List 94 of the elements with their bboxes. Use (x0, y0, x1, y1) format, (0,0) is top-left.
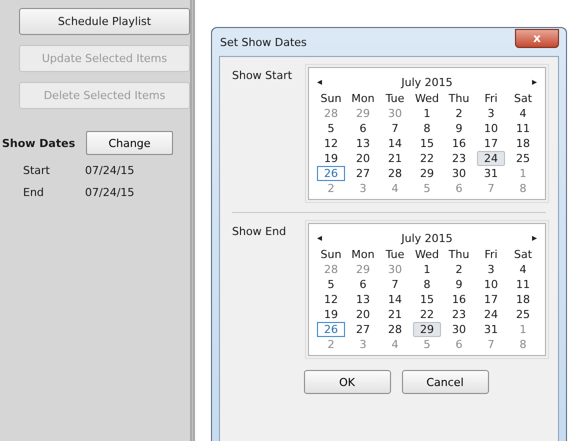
calendar-day[interactable]: 3 (477, 262, 505, 277)
weekday-label: Thu (448, 248, 470, 262)
weekday-label: Fri (483, 92, 499, 106)
weekday-label: Mon (350, 248, 376, 262)
next-month-button[interactable]: ▸ (530, 76, 539, 88)
month-title: July 2015 (401, 232, 453, 244)
calendar-day[interactable]: 30 (445, 166, 473, 181)
month-title: July 2015 (401, 76, 453, 88)
next-month-button[interactable]: ▸ (530, 232, 539, 244)
calendar-day[interactable]: 14 (381, 136, 409, 151)
weekday-label: Sun (320, 92, 342, 106)
calendar-day[interactable]: 7 (381, 277, 409, 292)
calendar-day[interactable]: 16 (445, 292, 473, 307)
calendar-day[interactable]: 24 (477, 151, 505, 166)
calendar-day[interactable]: 20 (349, 151, 377, 166)
calendar-day[interactable]: 5 (317, 277, 345, 292)
calendar-day[interactable]: 6 (349, 121, 377, 136)
calendar-day[interactable]: 25 (509, 151, 537, 166)
calendar-day[interactable]: 17 (477, 136, 505, 151)
calendar-day[interactable]: 16 (445, 136, 473, 151)
calendar-day[interactable]: 18 (509, 136, 537, 151)
calendar-day[interactable]: 11 (509, 121, 537, 136)
calendar-day[interactable]: 4 (509, 262, 537, 277)
calendar-day[interactable]: 15 (413, 136, 441, 151)
calendar-day[interactable]: 25 (509, 307, 537, 322)
calendar-day[interactable]: 22 (413, 151, 441, 166)
dialog-button[interactable]: OK (304, 370, 390, 394)
calendar-day[interactable]: 29 (413, 322, 441, 337)
calendar-day[interactable]: 20 (349, 307, 377, 322)
calendar-day[interactable]: 24 (477, 307, 505, 322)
calendar-day[interactable]: 12 (317, 292, 345, 307)
change-button[interactable]: Change (86, 131, 173, 155)
weekday-label: Thu (448, 92, 470, 106)
calendar-day[interactable]: 11 (509, 277, 537, 292)
calendar-day[interactable]: 22 (413, 307, 441, 322)
weekday-label: Wed (414, 248, 440, 262)
date-label: Start (22, 164, 51, 177)
show-dates-label: Show Dates (2, 136, 76, 150)
calendar-day[interactable]: 14 (381, 292, 409, 307)
weekday-label: Tue (384, 248, 406, 262)
weekday-label: Sat (512, 92, 534, 106)
calendar-day[interactable]: 29 (413, 166, 441, 181)
weekday-label: Tue (384, 92, 406, 106)
calendar-day[interactable]: 10 (477, 121, 505, 136)
section-label: Show Start (232, 68, 294, 84)
dialog-button[interactable]: Cancel (402, 370, 488, 394)
calendar-day[interactable]: 19 (317, 307, 345, 322)
calendar-day[interactable]: 30 (445, 322, 473, 337)
calendar-day[interactable]: 5 (317, 121, 345, 136)
previous-month-button[interactable]: ◂ (315, 232, 324, 244)
calendar-day[interactable]: 27 (349, 322, 377, 337)
calendar-day[interactable]: 26 (317, 166, 345, 181)
calendar-day[interactable]: 10 (477, 277, 505, 292)
calendar-day[interactable]: 23 (445, 151, 473, 166)
calendar-day[interactable]: 18 (509, 292, 537, 307)
date-value: 07/24/15 (85, 186, 134, 199)
calendar-day[interactable]: 17 (477, 292, 505, 307)
weekday-label: Mon (350, 92, 376, 106)
calendar-day[interactable]: 31 (477, 166, 505, 181)
calendar-day[interactable]: 6 (349, 277, 377, 292)
calendar-day[interactable]: 1 (413, 106, 441, 121)
section-label: Show End (232, 224, 288, 240)
calendar-day[interactable]: 7 (381, 121, 409, 136)
previous-month-button[interactable]: ◂ (315, 76, 324, 88)
calendar-day[interactable]: 31 (477, 322, 505, 337)
calendar-day[interactable]: 13 (349, 136, 377, 151)
calendar-day[interactable]: 28 (381, 322, 409, 337)
calendar-day[interactable]: 13 (349, 292, 377, 307)
weekday-label: Wed (414, 92, 440, 106)
calendar-day[interactable]: 26 (317, 322, 345, 337)
calendar-day[interactable]: 27 (349, 166, 377, 181)
weekday-label: Sat (512, 248, 534, 262)
calendar-day[interactable]: 3 (477, 106, 505, 121)
date-label: End (22, 186, 45, 199)
calendar-day[interactable]: 2 (445, 106, 473, 121)
calendar-day[interactable]: 8 (413, 277, 441, 292)
calendar-day[interactable]: 12 (317, 136, 345, 151)
calendar-day[interactable]: 23 (445, 307, 473, 322)
calendar-day[interactable]: 2 (445, 262, 473, 277)
window-title: Set Show Dates (219, 36, 307, 48)
calendar-day[interactable]: 21 (381, 151, 409, 166)
calendar-day[interactable]: 21 (381, 307, 409, 322)
calendar-day[interactable]: 1 (413, 262, 441, 277)
calendar-day[interactable]: 4 (509, 106, 537, 121)
calendar-day[interactable]: 8 (413, 121, 441, 136)
calendar-day[interactable]: 15 (413, 292, 441, 307)
calendar-day[interactable]: 28 (381, 166, 409, 181)
weekday-label: Fri (483, 248, 499, 262)
date-value: 07/24/15 (85, 164, 134, 177)
sidebar-button[interactable]: Schedule Playlist (19, 8, 190, 35)
calendar-day[interactable]: 9 (445, 277, 473, 292)
calendar-day[interactable]: 9 (445, 121, 473, 136)
weekday-label: Sun (320, 248, 342, 262)
calendar-day[interactable]: 19 (317, 151, 345, 166)
